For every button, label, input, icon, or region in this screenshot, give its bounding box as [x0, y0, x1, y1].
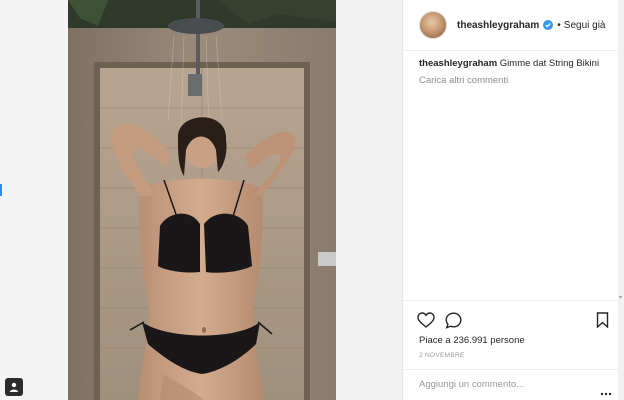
avatar[interactable] [419, 11, 447, 39]
heart-icon[interactable] [417, 312, 435, 328]
left-edge-marker [0, 184, 2, 196]
scrollbar-indicator[interactable]: ▾ [619, 294, 623, 302]
right-background [618, 0, 624, 400]
header-separator: • [557, 19, 561, 31]
left-background [0, 0, 68, 400]
post-photo[interactable] [68, 0, 336, 400]
bookmark-icon[interactable] [596, 312, 609, 328]
instagram-post-view: theashleygraham • Segui già theashleygra… [0, 0, 624, 400]
comment-input[interactable] [419, 379, 589, 390]
load-more-comments-link[interactable]: Carica altri commenti [419, 75, 615, 86]
caption: theashleygraham Gimme dat String Bikini [419, 58, 615, 69]
likes-count[interactable]: Piace a 236.991 persone [419, 335, 525, 346]
post-actions: Piace a 236.991 persone 2 NOVEMBRE [403, 300, 619, 400]
follow-status-button[interactable]: Segui già [564, 20, 606, 31]
caption-text: Gimme dat String Bikini [499, 58, 600, 69]
post-date[interactable]: 2 NOVEMBRE [419, 352, 465, 359]
post-header: theashleygraham • Segui già [403, 0, 619, 51]
post-details-panel: theashleygraham • Segui già theashleygra… [402, 0, 619, 400]
more-options-icon[interactable] [600, 383, 612, 400]
comment-bubble-icon[interactable] [445, 312, 462, 329]
verified-badge-icon [543, 20, 554, 30]
account-badge-icon[interactable] [5, 378, 23, 396]
comments-section: theashleygraham Gimme dat String Bikini … [419, 58, 615, 86]
page-gap [336, 0, 402, 400]
username-link[interactable]: theashleygraham [457, 20, 539, 31]
add-comment-bar [403, 369, 619, 400]
caption-username[interactable]: theashleygraham [419, 58, 497, 69]
